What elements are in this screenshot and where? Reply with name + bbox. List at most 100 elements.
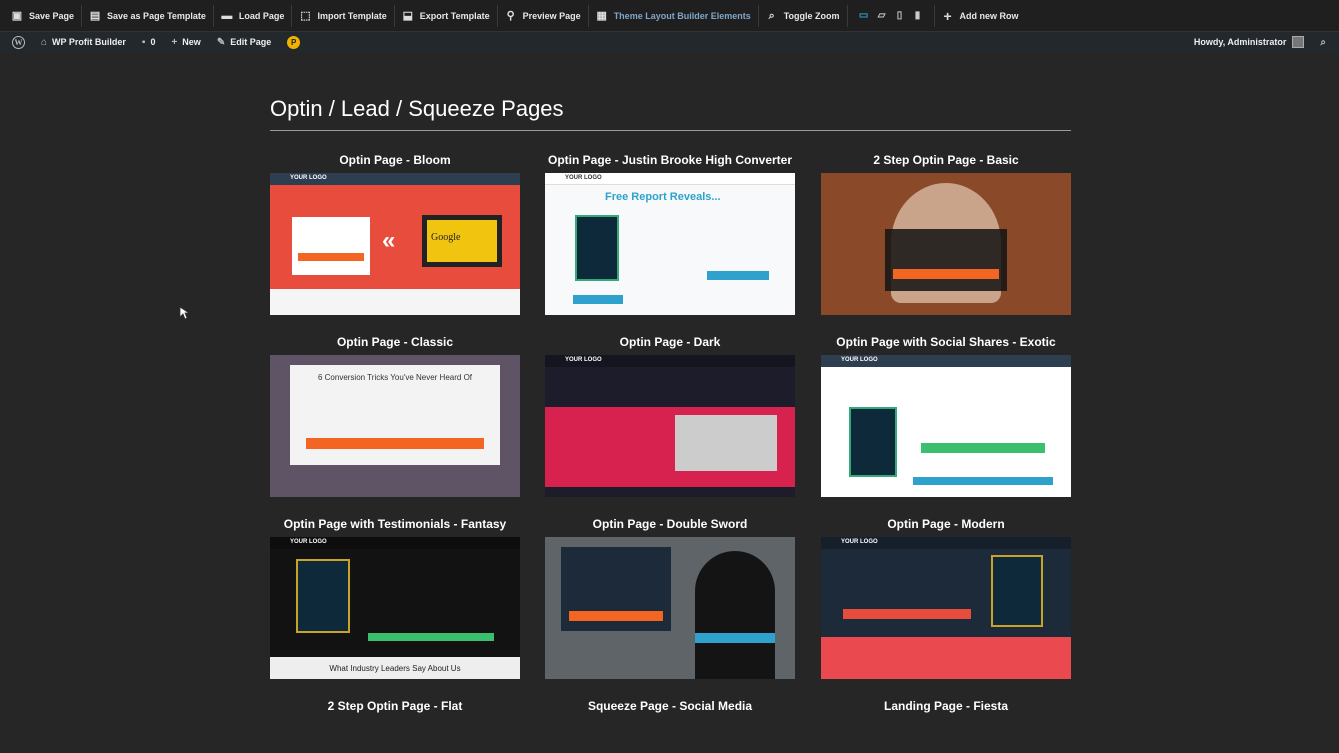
my-account-menu[interactable]: Howdy, Administrator [1186, 32, 1313, 52]
template-card[interactable]: Optin Page with Testimonials - Fantasy Y… [270, 517, 520, 679]
template-thumbnail[interactable]: YOUR LOGO [545, 355, 795, 497]
template-card[interactable]: Squeeze Page - Social Media [545, 699, 795, 717]
thumb-product-box [575, 215, 619, 281]
section-title: Optin / Lead / Squeeze Pages [270, 96, 1071, 131]
template-card[interactable]: Optin Page - Modern YOUR LOGO [821, 517, 1071, 679]
thumb-photo [695, 551, 775, 679]
template-title: Optin Page - Dark [619, 335, 721, 349]
template-card[interactable]: 2 Step Optin Page - Basic [821, 153, 1071, 315]
thumb-form [292, 217, 370, 275]
mouse-cursor-icon [179, 306, 189, 320]
thumb-button [695, 633, 775, 643]
template-thumbnail[interactable]: 6 Conversion Tricks You've Never Heard O… [270, 355, 520, 497]
template-title: Optin Page with Social Shares - Exotic [836, 335, 1056, 349]
template-card[interactable]: Optin Page - Bloom YOUR LOGO « Google [270, 153, 520, 315]
builder-toolbar: ▣ Save Page ▤ Save as Page Template ▬ Load … [0, 0, 1339, 32]
template-card[interactable]: Optin Page - Justin Brooke High Converte… [545, 153, 795, 315]
theme-builder-toggle[interactable]: ▦ Theme Layout Builder Elements [589, 4, 759, 27]
template-thumbnail[interactable] [821, 173, 1071, 315]
thumb-nav: YOUR LOGO [821, 355, 1071, 367]
template-grid: Optin Page - Bloom YOUR LOGO « Google Op… [270, 153, 1071, 753]
comment-icon: ▪ [141, 36, 146, 48]
template-thumbnail[interactable]: YOUR LOGO [821, 355, 1071, 497]
new-content-link[interactable]: + New [163, 32, 208, 52]
template-card[interactable]: Optin Page - Double Sword [545, 517, 795, 679]
thumb-nav: YOUR LOGO [545, 355, 795, 367]
save-icon: ▣ [11, 9, 23, 22]
template-title: 2 Step Optin Page - Basic [873, 153, 1019, 167]
template-card[interactable]: Landing Page - Fiesta [821, 699, 1071, 717]
template-title: 2 Step Optin Page - Flat [327, 699, 463, 713]
template-title: Optin Page - Bloom [339, 153, 451, 167]
folder-icon: ▬ [221, 9, 233, 22]
thumb-product-box [849, 407, 897, 477]
profit-builder-icon: P [287, 35, 301, 49]
thumb-form [561, 547, 671, 631]
template-title: Squeeze Page - Social Media [587, 699, 753, 713]
thumb-headline: Free Report Reveals... [605, 191, 721, 203]
thumb-nav: YOUR LOGO [545, 173, 795, 185]
template-thumbnail[interactable]: YOUR LOGO Free Report Reveals... [545, 173, 795, 315]
thumb-footer: What Industry Leaders Say About Us [270, 657, 520, 679]
device-switcher: ▭ ▱ ▯ ▮ [848, 4, 935, 27]
template-title: Optin Page - Double Sword [592, 517, 748, 531]
thumb-button [707, 271, 769, 280]
thumb-image [675, 415, 777, 471]
toggle-zoom-button[interactable]: ⌕ Toggle Zoom [759, 4, 848, 27]
comments-link[interactable]: ▪ 0 [134, 32, 164, 52]
site-name-link[interactable]: ⌂ WP Profit Builder [33, 32, 134, 52]
thumb-button [368, 633, 494, 641]
preview-page-button[interactable]: ⚲ Preview Page [498, 4, 589, 27]
chevron-left-icon: « [382, 227, 396, 254]
template-title: Optin Page - Classic [336, 335, 454, 349]
save-as-template-button[interactable]: ▤ Save as Page Template [82, 4, 214, 27]
template-thumbnail[interactable]: YOUR LOGO What Industry Leaders Say Abou… [270, 537, 520, 679]
template-thumbnail[interactable]: YOUR LOGO [821, 537, 1071, 679]
wp-logo-menu[interactable]: W [4, 32, 33, 52]
wordpress-icon: W [12, 35, 25, 49]
import-template-button[interactable]: ⬚ Import Template [292, 4, 395, 27]
home-icon: ⌂ [41, 36, 48, 48]
template-card[interactable]: Optin Page - Dark YOUR LOGO [545, 335, 795, 497]
thumb-share-bar [913, 477, 1053, 485]
thumb-nav: YOUR LOGO [821, 537, 1071, 549]
mobile-icon[interactable]: ▮ [909, 7, 927, 25]
export-icon: ⬓ [402, 9, 413, 22]
tablet-icon[interactable]: ▯ [891, 7, 909, 25]
profit-builder-link[interactable]: P [279, 32, 308, 52]
template-title: Optin Page - Justin Brooke High Converte… [547, 153, 793, 167]
template-title: Optin Page with Testimonials - Fantasy [283, 517, 507, 531]
plus-icon: + [943, 7, 952, 24]
thumb-button [573, 295, 623, 304]
thumb-product-box [296, 559, 350, 633]
wp-admin-bar: W ⌂ WP Profit Builder ▪ 0 + New ✎ Edit Page … [0, 32, 1339, 52]
template-card[interactable]: Optin Page - Classic 6 Conversion Tricks… [270, 335, 520, 497]
thumb-monitor: Google [422, 215, 502, 267]
link-icon: ⚲ [506, 9, 515, 22]
template-card[interactable]: 2 Step Optin Page - Flat [270, 699, 520, 717]
template-thumbnail[interactable]: YOUR LOGO « Google [270, 173, 520, 315]
add-new-row-button[interactable]: + Add new Row [935, 5, 1026, 27]
export-template-button[interactable]: ⬓ Export Template [395, 4, 498, 27]
template-thumbnail[interactable] [545, 537, 795, 679]
thumb-nav: YOUR LOGO [270, 537, 520, 549]
desktop-icon[interactable]: ▭ [855, 7, 873, 25]
thumb-footer [270, 289, 520, 315]
search-icon: ⌕ [768, 9, 775, 22]
template-library: Optin / Lead / Squeeze Pages Optin Page … [270, 88, 1071, 753]
thumb-product-box [991, 555, 1043, 627]
edit-page-link[interactable]: ✎ Edit Page [209, 32, 279, 52]
admin-search[interactable]: ⌕ [1312, 32, 1339, 52]
laptop-icon[interactable]: ▱ [873, 7, 891, 25]
template-title: Optin Page - Modern [887, 517, 1005, 531]
save-page-button[interactable]: ▣ Save Page [4, 4, 83, 27]
layout-icon: ▦ [596, 9, 607, 22]
thumb-button [921, 443, 1045, 453]
template-title: Landing Page - Fiesta [883, 699, 1009, 713]
template-card[interactable]: Optin Page with Social Shares - Exotic Y… [821, 335, 1071, 497]
plus-icon: + [171, 36, 178, 48]
load-page-button[interactable]: ▬ Load Page [214, 4, 293, 27]
pencil-icon: ✎ [216, 36, 226, 48]
import-icon: ⬚ [300, 9, 311, 22]
thumb-button [843, 609, 971, 619]
